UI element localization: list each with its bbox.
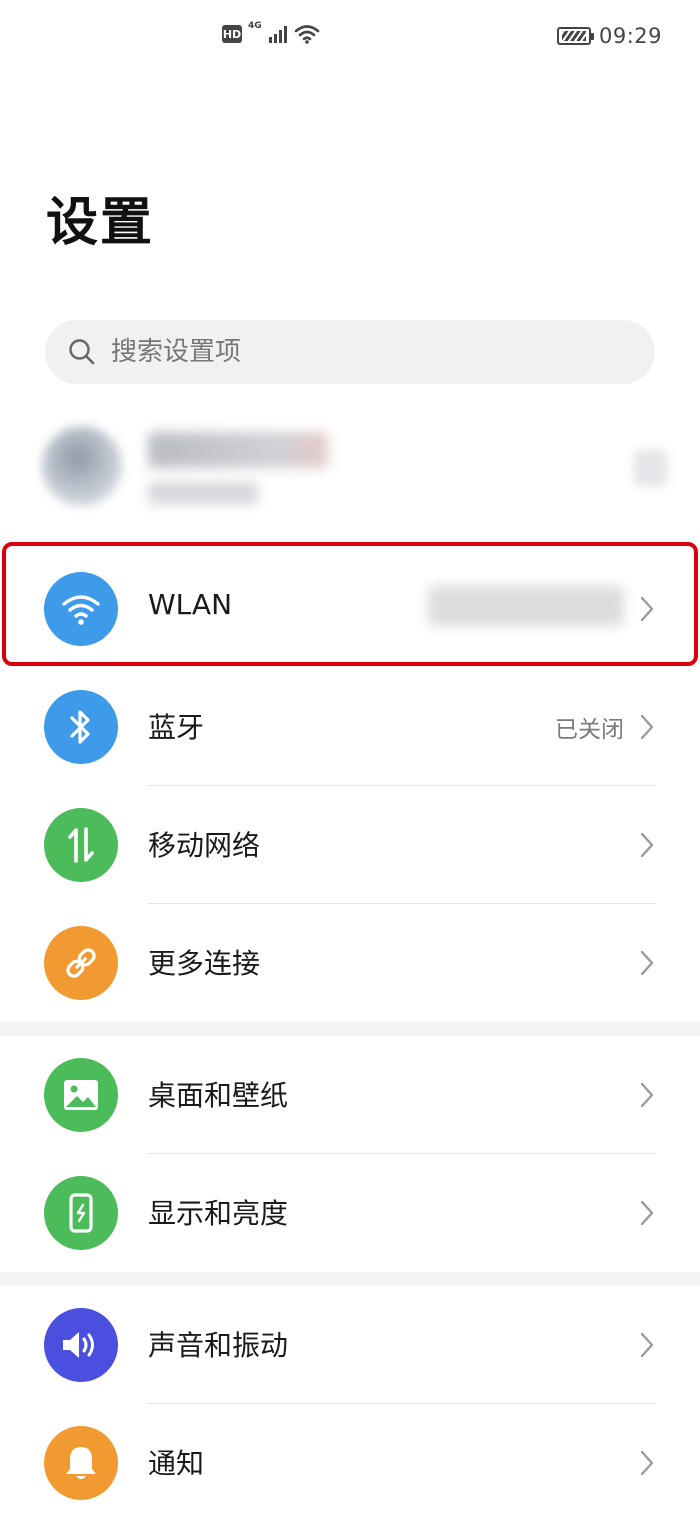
account-row[interactable] [40, 420, 670, 520]
settings-row-value: 已关闭 [555, 717, 624, 743]
hd-badge: HD [222, 25, 242, 43]
settings-row-notifications[interactable]: 通知 [0, 1404, 700, 1516]
chevron-right-icon [640, 1200, 654, 1226]
section-divider [0, 1272, 700, 1286]
settings-row-label: 显示和亮度 [148, 1197, 289, 1230]
status-bar: HD 4G 09:29 [0, 0, 700, 80]
chevron-right-icon [640, 714, 654, 740]
wlan-network-name-blurred [428, 586, 624, 626]
settings-row-wallpaper[interactable]: 桌面和壁纸 [0, 1036, 700, 1154]
chevron-right-icon [640, 1082, 654, 1108]
status-indicators: HD 4G [222, 21, 320, 44]
settings-row-label: 通知 [148, 1447, 205, 1480]
settings-row-label: 桌面和壁纸 [148, 1079, 289, 1112]
mobile-data-icon [44, 808, 118, 882]
settings-row-display[interactable]: 显示和亮度 [0, 1154, 700, 1272]
bluetooth-icon [44, 690, 118, 764]
section-divider [0, 1022, 700, 1036]
page-title: 设置 [46, 193, 155, 253]
chevron-right-icon [640, 1450, 654, 1476]
search-bar[interactable] [45, 320, 655, 384]
chevron-right-icon [640, 1332, 654, 1358]
status-right: 09:29 [556, 24, 662, 48]
chevron-right-icon [640, 596, 654, 622]
network-type-label: 4G [248, 21, 262, 31]
settings-row-label: 移动网络 [148, 829, 261, 862]
settings-row-mobile-network[interactable]: 移动网络 [0, 786, 700, 904]
account-name-blurred [148, 432, 328, 468]
settings-row-label: WLAN [148, 588, 233, 621]
chevron-right-icon [640, 950, 654, 976]
account-subtitle-blurred [148, 482, 258, 504]
clock: 09:29 [598, 24, 662, 48]
wifi-status-icon [294, 25, 319, 44]
search-input[interactable] [111, 337, 591, 367]
chevron-right-icon [640, 832, 654, 858]
signal-strength-icon [268, 26, 287, 43]
battery-icon [556, 27, 594, 45]
settings-row-sound[interactable]: 声音和振动 [0, 1286, 700, 1404]
sound-icon [44, 1308, 118, 1382]
wifi-icon [44, 572, 118, 646]
settings-row-wlan[interactable]: WLAN [0, 550, 700, 668]
settings-row-label: 蓝牙 [148, 711, 205, 744]
search-icon [69, 339, 95, 365]
wallpaper-icon [44, 1058, 118, 1132]
link-icon [44, 926, 118, 1000]
settings-row-bluetooth[interactable]: 蓝牙 已关闭 [0, 668, 700, 786]
settings-row-more-connections[interactable]: 更多连接 [0, 904, 700, 1022]
avatar [42, 426, 122, 506]
settings-row-label: 更多连接 [148, 947, 261, 980]
settings-row-label: 声音和振动 [148, 1329, 289, 1362]
bell-icon [44, 1426, 118, 1500]
display-icon [44, 1176, 118, 1250]
account-badge-blurred [634, 450, 668, 486]
